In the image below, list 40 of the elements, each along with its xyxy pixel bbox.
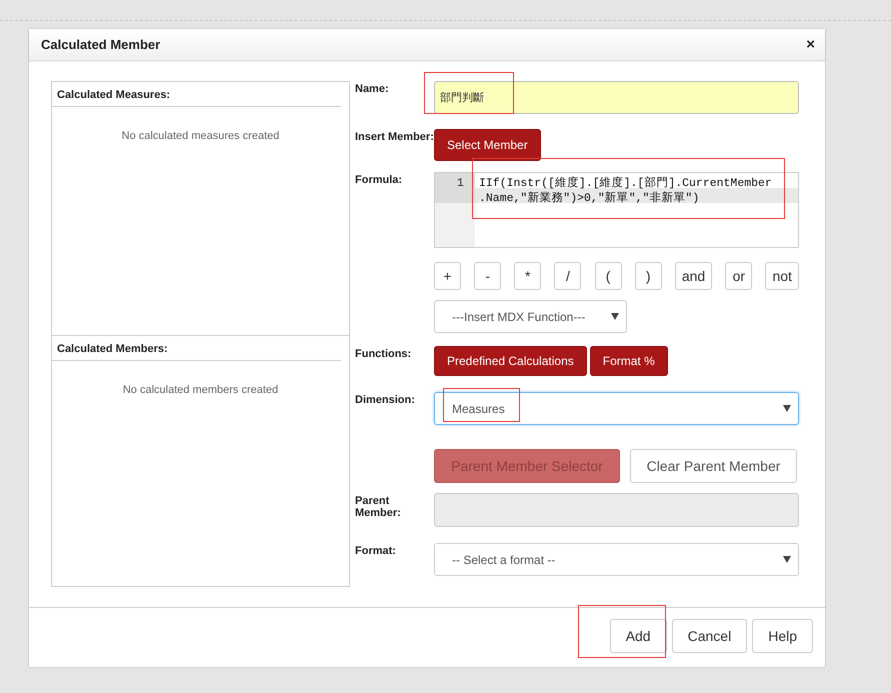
line-number: 1 <box>456 176 464 190</box>
function-button[interactable]: Format % <box>590 346 668 376</box>
operator-button[interactable]: and <box>674 262 712 290</box>
section-heading: Calculated Measures: <box>52 82 341 107</box>
code-line: IIf(Instr([維度].[維度].[部門].CurrentMember <box>479 177 772 190</box>
close-button[interactable]: × <box>806 36 815 53</box>
operator-button[interactable]: ) <box>634 262 662 290</box>
empty-message: No calculated members created <box>122 384 280 396</box>
field-label: Formula: <box>355 173 404 188</box>
code-line: .Name,"新業務")>0,"新單","非新單") <box>479 192 700 205</box>
field-label: Functions: <box>355 347 412 362</box>
function-button[interactable]: Predefined Calculations <box>434 346 587 376</box>
mdx-function-dropdown[interactable]: ---Insert MDX Function--- <box>434 300 627 333</box>
footer-button[interactable]: Cancel <box>672 619 748 653</box>
operator-button[interactable]: / <box>554 262 582 290</box>
operator-button[interactable]: not <box>765 262 799 290</box>
caret-icon <box>783 405 791 412</box>
formula-editor[interactable]: 1 IIf(Instr([維度].[維度].[部門].CurrentMember .Name,"新業務")>0,"新單","非新單") <box>434 172 799 248</box>
select-member-button[interactable]: Select Member <box>434 129 541 161</box>
caret-icon <box>783 556 791 563</box>
operator-button[interactable]: or <box>725 262 752 290</box>
field-label: Parent Member: <box>355 494 402 521</box>
footer-button[interactable]: Help <box>752 619 813 653</box>
format-dropdown[interactable]: -- Select a format -- <box>434 543 799 576</box>
field-label: Name: <box>355 82 390 97</box>
caret-icon <box>611 313 619 320</box>
field-label: Insert Member: <box>355 130 434 145</box>
operator-button[interactable]: ( <box>594 262 622 290</box>
operator-button[interactable]: - <box>474 262 502 290</box>
dialog-title: Calculated Member <box>41 37 160 52</box>
parent-member-button[interactable]: Clear Parent Member <box>630 449 797 483</box>
dimension-dropdown[interactable]: Measures <box>434 392 799 425</box>
name-field[interactable]: 部門判斷 <box>434 81 799 114</box>
empty-message: No calculated measures created <box>120 130 280 142</box>
field-label: Format: <box>355 544 397 559</box>
field-label: Dimension: <box>355 393 416 408</box>
footer-button[interactable]: Add <box>610 619 667 653</box>
operator-button[interactable]: * <box>514 262 542 290</box>
section-heading: Calculated Members: <box>52 336 341 361</box>
operator-button[interactable]: + <box>434 262 461 290</box>
